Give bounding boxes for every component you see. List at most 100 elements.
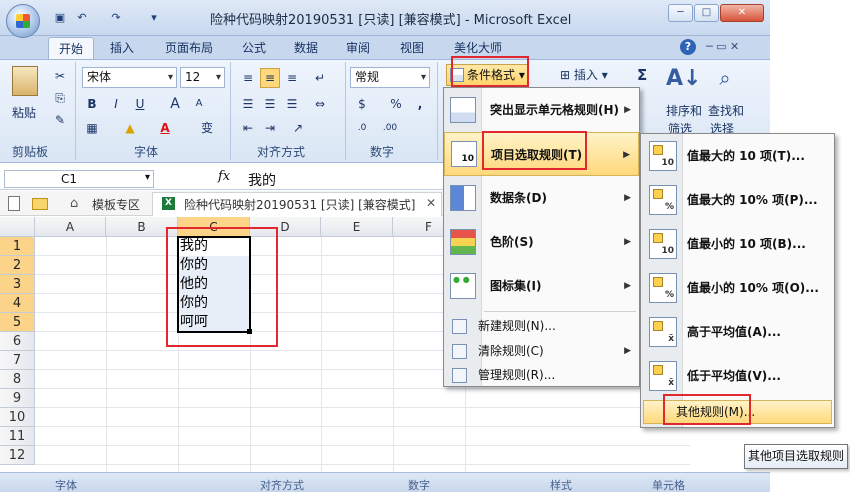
decrease-decimal-icon[interactable]: .00 xyxy=(380,118,400,138)
font-size-select[interactable]: 12 xyxy=(180,67,225,88)
italic-button[interactable]: I xyxy=(106,94,126,114)
row-header[interactable]: 11 xyxy=(0,427,35,446)
row-header[interactable]: 10 xyxy=(0,408,35,427)
redo-icon[interactable]: ↷ xyxy=(108,9,124,25)
autosum-button[interactable]: Σ xyxy=(637,66,647,84)
wrap-text-icon[interactable]: ↵ xyxy=(310,68,330,88)
save-icon[interactable]: ▣ xyxy=(52,9,68,25)
menu-item-highlight-rules[interactable]: 突出显示单元格规则(H) ▶ xyxy=(444,88,639,132)
merge-center-icon[interactable]: ⇔ xyxy=(310,94,330,114)
underline-button[interactable]: U xyxy=(130,94,150,114)
cut-icon[interactable]: ✂ xyxy=(50,66,70,86)
folder-icon[interactable] xyxy=(32,198,48,210)
align-center-icon[interactable]: ☰ xyxy=(260,94,280,114)
menu-item-data-bars[interactable]: 数据条(D) ▶ xyxy=(444,176,639,220)
row-header[interactable]: 5 xyxy=(0,313,35,332)
row-header[interactable]: 7 xyxy=(0,351,35,370)
menu-item-top-10-percent[interactable]: % 值最大的 10% 项(P)... xyxy=(641,178,834,222)
row-header[interactable]: 1 xyxy=(0,237,35,256)
copy-icon[interactable]: ⎘ xyxy=(50,88,70,108)
tab-view[interactable]: 视图 xyxy=(390,37,434,60)
function-icon[interactable]: fx xyxy=(218,169,230,184)
annotation-box-more-rules xyxy=(663,394,751,425)
grid-row xyxy=(35,408,690,427)
active-doc-title: 险种代码映射20190531 [只读] [兼容模式] xyxy=(184,198,416,212)
row-header[interactable]: 2 xyxy=(0,256,35,275)
border-icon[interactable]: ▦ xyxy=(82,118,102,138)
currency-icon[interactable]: $ xyxy=(352,94,372,114)
row-header[interactable]: 8 xyxy=(0,370,35,389)
tab-insert[interactable]: 插入 xyxy=(100,37,144,60)
phonetic-button[interactable]: 变 xyxy=(192,118,222,138)
align-left-icon[interactable]: ☰ xyxy=(238,94,258,114)
paste-button[interactable]: 粘贴 xyxy=(12,104,36,121)
tab-page-layout[interactable]: 页面布局 xyxy=(155,37,223,60)
menu-item-new-rule[interactable]: 新建规则(N)... xyxy=(444,314,639,339)
menu-item-bottom-10-percent[interactable]: % 值最小的 10% 项(O)... xyxy=(641,266,834,310)
name-box[interactable]: C1 xyxy=(4,170,154,188)
format-painter-icon[interactable]: ✎ xyxy=(50,110,70,130)
menu-item-clear-rules[interactable]: 清除规则(C) ▶ xyxy=(444,339,639,364)
column-header-a[interactable]: A xyxy=(35,217,106,237)
office-button[interactable] xyxy=(6,4,40,38)
home-icon[interactable]: ⌂ xyxy=(70,196,78,211)
row-header[interactable]: 12 xyxy=(0,446,35,465)
sort-filter-label[interactable]: 排序和 xyxy=(666,102,702,119)
close-button[interactable]: ✕ xyxy=(720,4,764,22)
row-header[interactable]: 9 xyxy=(0,389,35,408)
template-tab[interactable]: 模板专区 xyxy=(92,196,140,213)
ribbon-minimize-icon[interactable]: ─ ▭ ✕ xyxy=(706,40,739,53)
shrink-font-button[interactable]: A xyxy=(189,94,209,114)
font-color-button[interactable]: A xyxy=(155,118,175,138)
qat-customize-icon[interactable]: ▾ xyxy=(146,9,162,25)
align-right-icon[interactable]: ☰ xyxy=(282,94,302,114)
help-icon[interactable]: ? xyxy=(680,39,696,55)
fill-color-icon[interactable]: ▲ xyxy=(120,118,140,138)
increase-indent-icon[interactable]: ⇥ xyxy=(260,118,280,138)
menu-item-label: 突出显示单元格规则(H) xyxy=(490,103,620,117)
decrease-indent-icon[interactable]: ⇤ xyxy=(238,118,258,138)
align-bottom-icon[interactable]: ≡ xyxy=(282,68,302,88)
percent-button[interactable]: % xyxy=(386,94,406,114)
undo-icon[interactable]: ↶ xyxy=(74,9,90,25)
find-select-label[interactable]: 查找和 xyxy=(708,102,744,119)
column-header-e[interactable]: E xyxy=(321,217,393,237)
insert-cells-button[interactable]: ⊞ 插入 ▾ xyxy=(560,66,608,83)
formula-input[interactable]: 我的 xyxy=(248,170,276,190)
grow-font-button[interactable]: A xyxy=(165,94,185,114)
number-format-select[interactable]: 常规 xyxy=(350,67,430,88)
increase-decimal-icon[interactable]: .0 xyxy=(352,118,372,138)
submenu-arrow-icon: ▶ xyxy=(624,346,631,356)
select-all-corner[interactable] xyxy=(0,217,35,237)
menu-item-top-10[interactable]: 10 值最大的 10 项(T)... xyxy=(641,134,834,178)
name-box-dropdown-icon[interactable]: ▾ xyxy=(145,172,150,183)
tab-home[interactable]: 开始 xyxy=(48,37,95,60)
orientation-icon[interactable]: ↗ xyxy=(288,118,308,138)
menu-item-below-average[interactable]: x̄ 低于平均值(V)... xyxy=(641,354,834,398)
doc-close-button[interactable]: ✕ xyxy=(426,196,436,210)
row-header[interactable]: 3 xyxy=(0,275,35,294)
menu-item-label: 值最大的 10 项(T)... xyxy=(687,149,805,163)
maximize-button[interactable]: □ xyxy=(694,4,719,22)
row-header[interactable]: 6 xyxy=(0,332,35,351)
menu-item-manage-rules[interactable]: 管理规则(R)... xyxy=(444,363,639,388)
menu-item-above-average[interactable]: x̄ 高于平均值(A)... xyxy=(641,310,834,354)
paste-icon[interactable] xyxy=(12,66,38,96)
new-doc-icon[interactable] xyxy=(8,196,20,211)
comma-button[interactable]: , xyxy=(410,94,430,114)
tab-formulas[interactable]: 公式 xyxy=(232,37,276,60)
row-header[interactable]: 4 xyxy=(0,294,35,313)
bold-button[interactable]: B xyxy=(82,94,102,114)
sort-filter-icon[interactable]: A↓ xyxy=(666,66,701,96)
menu-item-bottom-10[interactable]: 10 值最小的 10 项(B)... xyxy=(641,222,834,266)
minimize-button[interactable]: ─ xyxy=(668,4,693,22)
binoculars-icon[interactable]: ⌕ xyxy=(710,66,740,96)
menu-item-color-scales[interactable]: 色阶(S) ▶ xyxy=(444,220,639,264)
excel-window: ▣ ↶ ↷ ▾ 险种代码映射20190531 [只读] [兼容模式] - Mic… xyxy=(0,0,850,492)
font-name-select[interactable]: 宋体 xyxy=(82,67,177,88)
align-middle-icon[interactable]: ≡ xyxy=(260,68,280,88)
tab-data[interactable]: 数据 xyxy=(284,37,328,60)
align-top-icon[interactable]: ≡ xyxy=(238,68,258,88)
menu-item-icon-sets[interactable]: ● ● 图标集(I) ▶ xyxy=(444,264,639,308)
tab-review[interactable]: 审阅 xyxy=(336,37,380,60)
